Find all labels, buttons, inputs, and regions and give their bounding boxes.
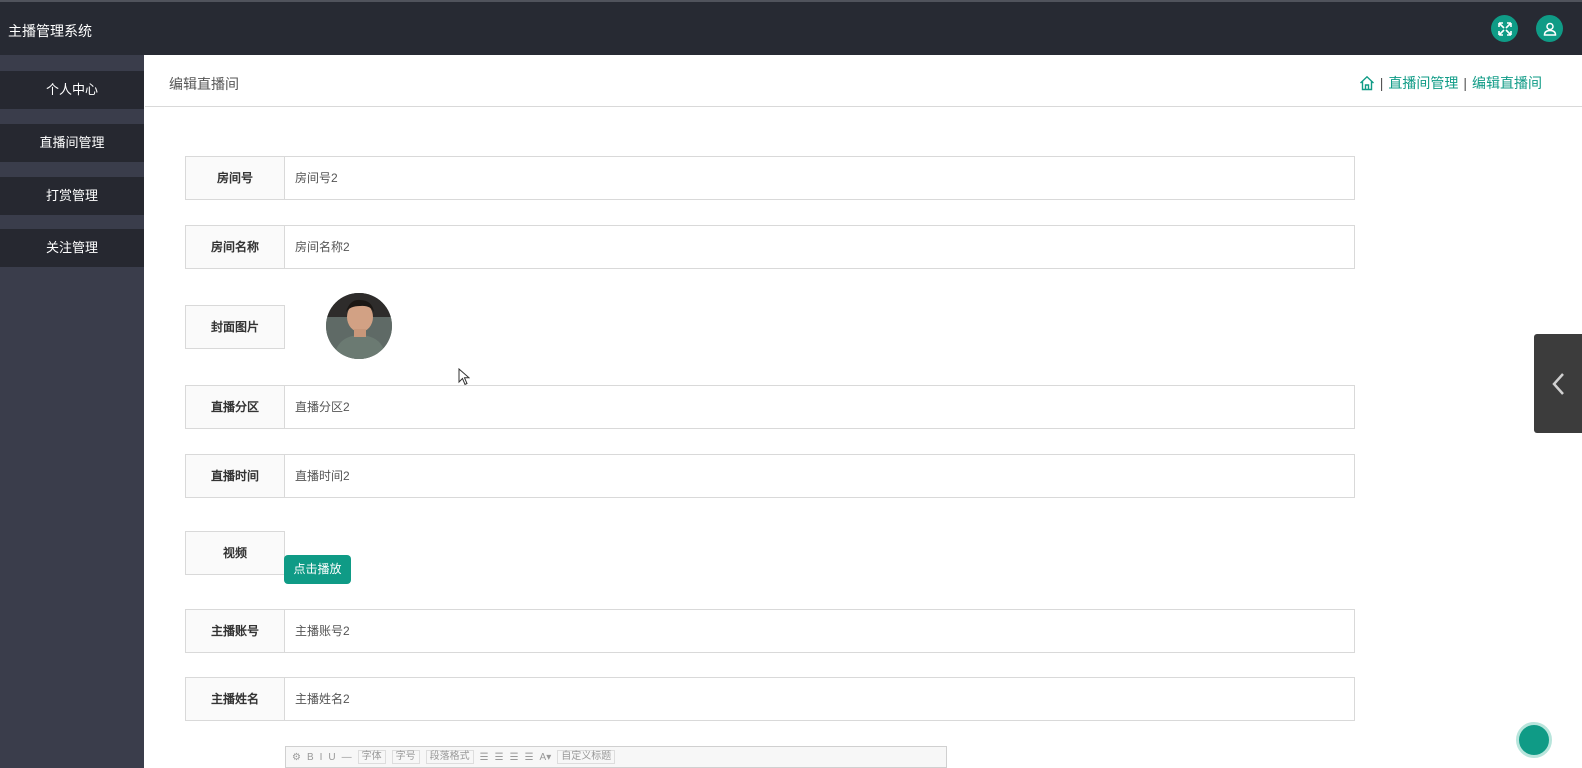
editor-bold-button[interactable]: B xyxy=(307,752,314,763)
user-icon xyxy=(1543,22,1556,36)
fullscreen-icon xyxy=(1497,21,1512,36)
anchor-account-input[interactable]: 主播账号2 xyxy=(284,609,1355,653)
sidebar-item-live-room-management[interactable]: 直播间管理 xyxy=(0,124,144,162)
editor-font-color-icon[interactable]: A▾ xyxy=(540,752,552,763)
form-row-video: 视频 xyxy=(185,531,1355,575)
page-header: 编辑直播间 | 直播间管理 | 编辑直播间 xyxy=(145,55,1582,107)
breadcrumb-separator: | xyxy=(1463,75,1467,91)
anchor-name-input[interactable]: 主播姓名2 xyxy=(284,677,1355,721)
anchor-account-label: 主播账号 xyxy=(185,609,285,653)
room-number-input[interactable]: 房间号2 xyxy=(284,156,1355,200)
form-row-room-name: 房间名称 房间名称2 xyxy=(185,225,1355,269)
form-row-live-time: 直播时间 直播时间2 xyxy=(185,454,1355,498)
main-content: 编辑直播间 | 直播间管理 | 编辑直播间 房间号 房间号2 房间名称 房间名称… xyxy=(145,55,1582,768)
live-category-input[interactable]: 直播分区2 xyxy=(284,385,1355,429)
live-category-label: 直播分区 xyxy=(185,385,285,429)
editor-custom-title-select[interactable]: 自定义标题 xyxy=(557,750,616,764)
anchor-name-label: 主播姓名 xyxy=(185,677,285,721)
cover-image-label: 封面图片 xyxy=(185,305,285,349)
mouse-cursor-icon xyxy=(458,368,470,386)
editor-italic-button[interactable]: I xyxy=(320,752,323,763)
home-icon[interactable] xyxy=(1359,75,1375,91)
editor-align-right-icon[interactable]: ☰ xyxy=(510,752,519,763)
breadcrumb-live-room-management[interactable]: 直播间管理 xyxy=(1388,73,1458,93)
form-row-room-number: 房间号 房间号2 xyxy=(185,156,1355,200)
breadcrumb-separator: | xyxy=(1379,75,1384,91)
form-row-anchor-name: 主播姓名 主播姓名2 xyxy=(185,677,1355,721)
editor-font-family-select[interactable]: 字体 xyxy=(357,750,386,764)
rich-editor-toolbar: ⚙ B I U — 字体 字号 段落格式 ☰ ☰ ☰ ☰ A▾ 自定义标题 xyxy=(285,746,947,768)
play-video-button[interactable]: 点击播放 xyxy=(284,555,351,584)
editor-justify-icon[interactable]: ☰ xyxy=(525,752,534,763)
form-row-anchor-account: 主播账号 主播账号2 xyxy=(185,609,1355,653)
video-label: 视频 xyxy=(185,531,285,575)
fullscreen-button[interactable] xyxy=(1491,15,1518,42)
user-button[interactable] xyxy=(1536,15,1563,42)
room-name-input[interactable]: 房间名称2 xyxy=(284,225,1355,269)
sidebar-item-follow-management[interactable]: 关注管理 xyxy=(0,229,144,267)
editor-align-center-icon[interactable]: ☰ xyxy=(495,752,504,763)
breadcrumb-edit-live-room[interactable]: 编辑直播间 xyxy=(1472,73,1542,93)
chevron-left-icon xyxy=(1552,372,1564,395)
collapse-panel-toggle[interactable] xyxy=(1534,334,1582,433)
sidebar: 个人中心 直播间管理 打赏管理 关注管理 xyxy=(0,55,144,768)
form-row-live-category: 直播分区 直播分区2 xyxy=(185,385,1355,429)
sidebar-item-personal-center[interactable]: 个人中心 xyxy=(0,71,144,109)
editor-underline-button[interactable]: U xyxy=(328,752,335,763)
page-title: 编辑直播间 xyxy=(169,76,239,92)
live-time-input[interactable]: 直播时间2 xyxy=(284,454,1355,498)
app-title: 主播管理系统 xyxy=(8,23,92,39)
editor-paragraph-select[interactable]: 段落格式 xyxy=(425,750,474,764)
sidebar-item-reward-management[interactable]: 打赏管理 xyxy=(0,177,144,215)
cover-image[interactable] xyxy=(326,293,392,359)
live-time-label: 直播时间 xyxy=(185,454,285,498)
editor-strikethrough-icon[interactable]: — xyxy=(342,752,352,763)
room-number-label: 房间号 xyxy=(185,156,285,200)
floating-action-button[interactable] xyxy=(1516,722,1552,758)
editor-source-icon[interactable]: ⚙ xyxy=(292,752,301,763)
top-bar: 主播管理系统 xyxy=(0,0,1582,55)
cover-image-photo xyxy=(326,293,392,359)
editor-align-left-icon[interactable]: ☰ xyxy=(480,752,489,763)
editor-font-size-select[interactable]: 字号 xyxy=(391,750,420,764)
breadcrumb: | 直播间管理 | 编辑直播间 xyxy=(1359,73,1542,93)
room-name-label: 房间名称 xyxy=(185,225,285,269)
